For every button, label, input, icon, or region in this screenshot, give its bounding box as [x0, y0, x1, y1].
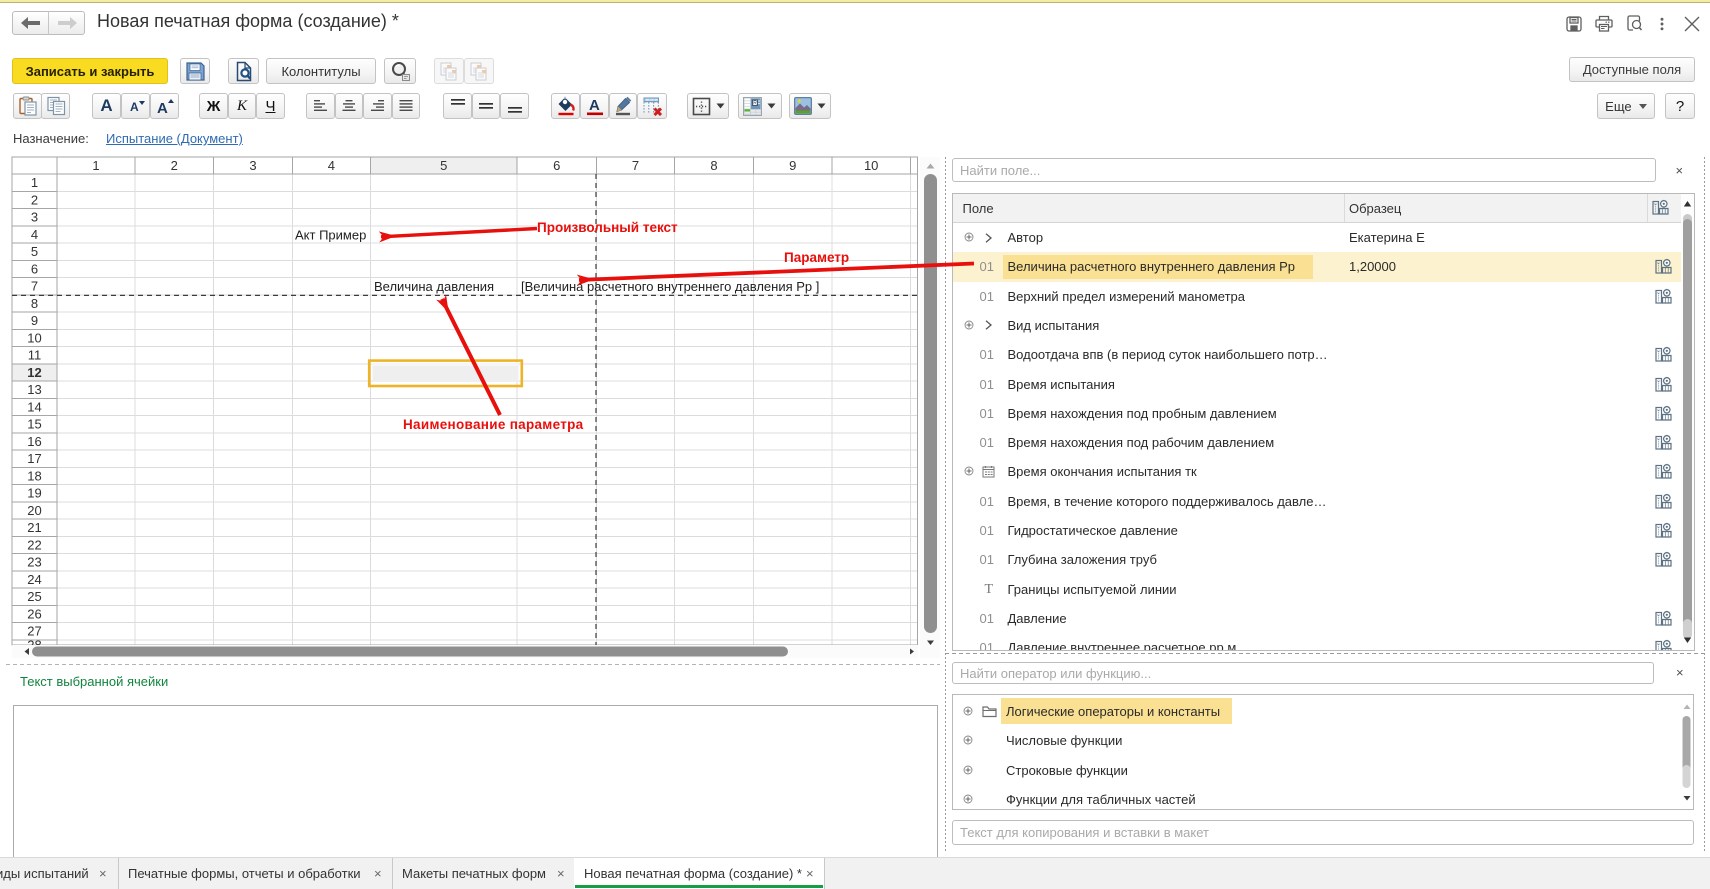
svg-text:16: 16	[27, 434, 41, 449]
svg-text:3: 3	[31, 210, 38, 225]
svg-text:23: 23	[27, 555, 41, 570]
svg-text:25: 25	[27, 589, 41, 604]
svg-text:12: 12	[27, 365, 41, 380]
svg-text:2: 2	[171, 158, 178, 173]
svg-text:7: 7	[31, 279, 38, 294]
svg-text:21: 21	[27, 520, 41, 535]
svg-text:10: 10	[27, 330, 41, 345]
svg-text:Величина давления: Величина давления	[374, 279, 494, 294]
svg-text:19: 19	[27, 486, 41, 501]
svg-text:11: 11	[28, 348, 42, 363]
svg-text:9: 9	[31, 313, 38, 328]
svg-text:18: 18	[27, 468, 41, 483]
svg-text:3: 3	[249, 158, 256, 173]
svg-text:7: 7	[632, 158, 639, 173]
svg-text:6: 6	[31, 261, 38, 276]
svg-text:22: 22	[27, 537, 41, 552]
svg-text:10: 10	[864, 158, 878, 173]
svg-text:Акт Пример: Акт Пример	[295, 227, 366, 242]
svg-text:13: 13	[27, 382, 41, 397]
svg-text:27: 27	[27, 624, 41, 639]
svg-text:14: 14	[27, 399, 41, 414]
svg-text:4: 4	[31, 227, 38, 242]
svg-text:1: 1	[31, 175, 38, 190]
svg-text:5: 5	[31, 244, 38, 259]
svg-text:26: 26	[27, 606, 41, 621]
svg-text:1: 1	[92, 158, 99, 173]
svg-text:15: 15	[27, 417, 41, 432]
svg-text:4: 4	[328, 158, 335, 173]
svg-text:5: 5	[440, 158, 447, 173]
svg-text:9: 9	[789, 158, 796, 173]
svg-text:8: 8	[710, 158, 717, 173]
svg-text:8: 8	[31, 296, 38, 311]
svg-text:[Величина расчетного внутренне: [Величина расчетного внутреннего давлени…	[521, 279, 819, 294]
svg-text:6: 6	[553, 158, 560, 173]
svg-text:24: 24	[27, 572, 41, 587]
svg-text:17: 17	[27, 451, 41, 466]
svg-text:2: 2	[31, 192, 38, 207]
svg-text:20: 20	[27, 503, 41, 518]
